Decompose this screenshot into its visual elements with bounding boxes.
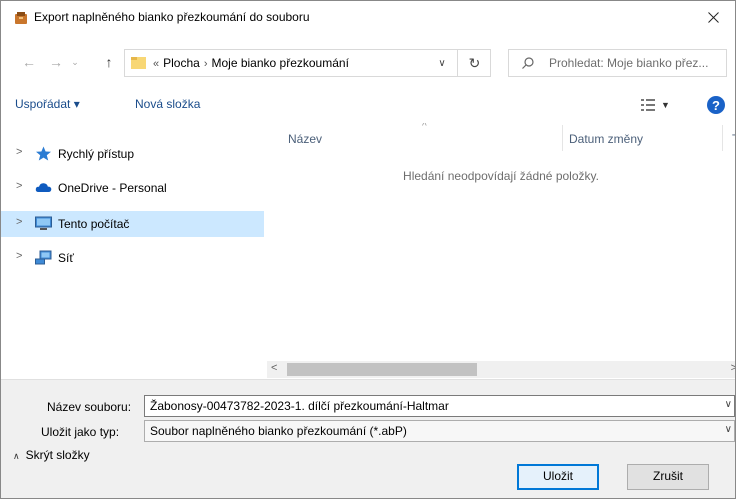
filetype-label: Uložit jako typ: (41, 425, 120, 439)
address-dropdown-button[interactable]: ∨ (428, 50, 456, 76)
nav-item-onedrive[interactable]: > OneDrive - Personal (1, 175, 264, 201)
window-title: Export naplněného bianko přezkoumání do … (34, 10, 310, 24)
address-bar[interactable]: « Plocha › Moje bianko přezkoumání ∨ ↻ (124, 49, 491, 77)
title-bar: Export naplněného bianko přezkoumání do … (1, 1, 735, 34)
arrow-up-icon: ↑ (105, 54, 113, 70)
filetype-value: Soubor naplněného bianko přezkoumání (*.… (150, 424, 407, 438)
chevron-down-icon[interactable]: ∨ (725, 399, 732, 410)
nav-item-label: Tento počítač (58, 217, 130, 231)
back-button[interactable]: ← (19, 51, 39, 73)
nav-item-label: OneDrive - Personal (58, 181, 167, 195)
chevron-down-icon: ∨ (438, 57, 446, 69)
scroll-right-icon[interactable]: > (731, 362, 735, 374)
details-view-icon (641, 99, 655, 111)
app-icon (15, 12, 27, 24)
chevron-right-icon[interactable]: > (16, 250, 22, 262)
filename-label: Název souboru: (47, 400, 132, 414)
breadcrumb-item-moje-bianko[interactable]: Moje bianko přezkoumání (212, 56, 349, 70)
help-icon: ? (712, 97, 720, 113)
arrow-right-icon: → (49, 54, 63, 70)
help-button[interactable]: ? (707, 96, 725, 114)
save-button[interactable]: Uložit (517, 464, 599, 490)
nav-item-this-pc[interactable]: > Tento počítač (1, 211, 264, 237)
close-button[interactable] (691, 1, 735, 34)
column-header-type[interactable]: T (732, 132, 735, 146)
up-button[interactable]: ↑ (99, 51, 119, 73)
breadcrumb: « Plocha › Moje bianko přezkoumání (153, 56, 349, 70)
horizontal-scrollbar[interactable]: < > (267, 361, 735, 378)
filename-value: Žabonosy-00473782-2023-1. dílčí přezkoum… (150, 399, 449, 413)
column-divider[interactable] (722, 125, 723, 151)
refresh-button[interactable]: ↻ (457, 50, 491, 76)
navigation-pane: > Rychlý přístup > OneDrive - Personal >… (1, 123, 267, 379)
star-icon (36, 146, 51, 161)
column-divider[interactable] (562, 125, 563, 151)
scroll-left-icon[interactable]: < (271, 362, 277, 374)
file-list: Název ^ Datum změny T Hledání neodpovída… (267, 123, 735, 379)
column-header-name[interactable]: Název (288, 132, 322, 146)
folder-icon (131, 57, 146, 69)
refresh-icon: ↻ (468, 54, 481, 71)
hide-folders-button[interactable]: ∧ Skrýt složky (13, 448, 90, 462)
computer-icon (35, 216, 52, 230)
nav-item-network[interactable]: > Síť (1, 245, 264, 271)
cancel-button[interactable]: Zrušit (627, 464, 709, 490)
hide-folders-label: Skrýt složky (25, 448, 90, 462)
address-row: ← → ⌄ ↑ « Plocha › Moje bianko přezkoumání … (1, 47, 735, 79)
cloud-icon (35, 183, 52, 192)
arrow-left-icon: ← (22, 54, 36, 70)
breadcrumb-item-plocha[interactable]: Plocha (163, 56, 200, 70)
breadcrumb-separator-icon[interactable]: › (204, 58, 208, 70)
nav-item-label: Rychlý přístup (58, 147, 135, 161)
caret-down-icon: ▼ (661, 100, 670, 110)
scrollbar-thumb[interactable] (287, 363, 477, 376)
new-folder-button[interactable]: Nová složka (135, 97, 200, 111)
save-form: Název souboru: Žabonosy-00473782-2023-1.… (1, 379, 735, 498)
sort-ascending-icon: ^ (422, 123, 427, 132)
filename-field[interactable]: Žabonosy-00473782-2023-1. dílčí přezkoum… (144, 395, 735, 417)
chevron-up-icon: ∧ (13, 451, 20, 461)
recent-locations-button[interactable]: ⌄ (65, 51, 85, 73)
column-header-date-modified[interactable]: Datum změny (569, 132, 643, 146)
chevron-right-icon[interactable]: > (16, 180, 22, 192)
view-options-button[interactable]: ▼ (641, 97, 681, 113)
nav-item-quick-access[interactable]: > Rychlý přístup (1, 141, 264, 167)
command-toolbar: Uspořádat ▾ Nová složka ▼ ? (1, 89, 735, 121)
chevron-down-icon: ⌄ (71, 56, 79, 67)
search-input[interactable]: Prohledat: Moje bianko přez... (508, 49, 727, 77)
chevron-right-icon[interactable]: > (16, 146, 22, 158)
empty-results-message: Hledání neodpovídají žádné položky. (403, 169, 599, 183)
nav-item-label: Síť (58, 251, 74, 265)
save-dialog: Export naplněného bianko přezkoumání do … (0, 0, 736, 499)
forward-button[interactable]: → (46, 51, 66, 73)
chevron-right-icon[interactable]: > (16, 216, 22, 228)
chevron-down-icon: ∨ (724, 424, 732, 435)
close-icon (707, 12, 719, 23)
network-icon (35, 250, 52, 265)
search-placeholder: Prohledat: Moje bianko přez... (549, 56, 709, 70)
column-header-row: Název ^ Datum změny T (267, 123, 735, 153)
search-icon (522, 57, 534, 69)
organize-button[interactable]: Uspořádat ▾ (15, 97, 80, 111)
filetype-select[interactable]: Soubor naplněného bianko přezkoumání (*.… (144, 420, 735, 442)
breadcrumb-overflow[interactable]: « (153, 58, 159, 70)
